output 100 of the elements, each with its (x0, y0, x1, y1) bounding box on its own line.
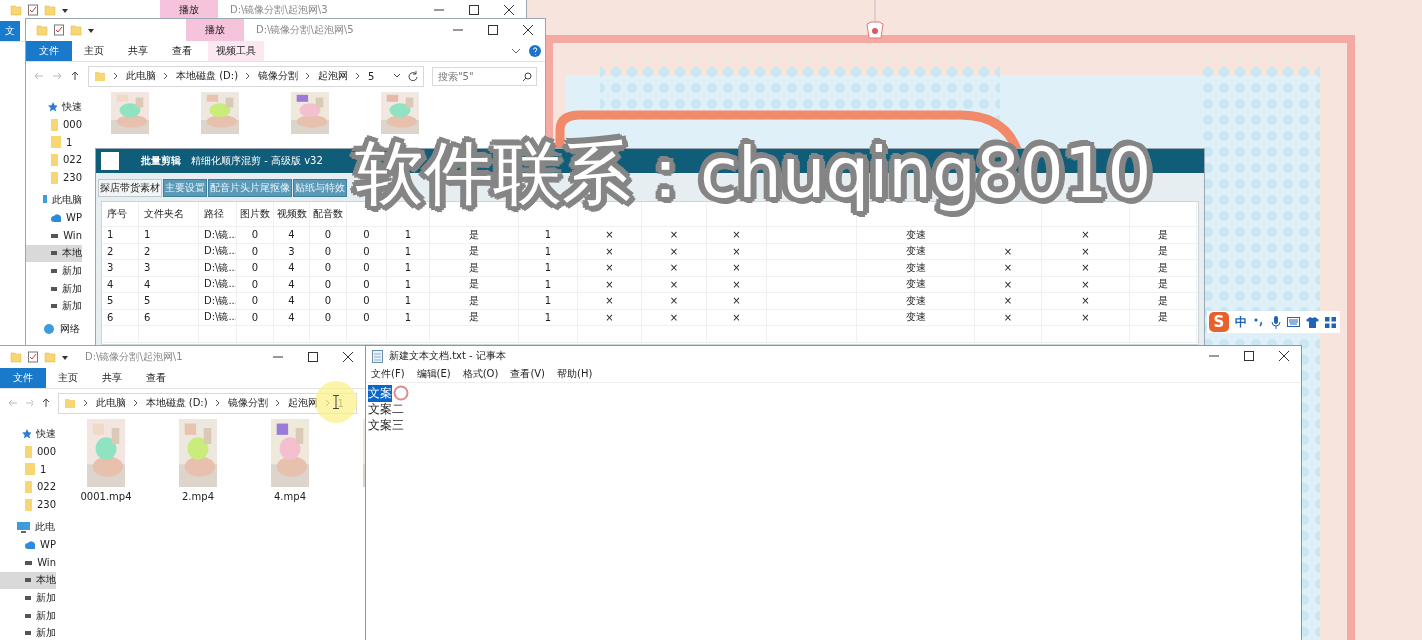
menu-item[interactable]: 编辑(E) (416, 367, 451, 381)
chevron-right-icon (214, 399, 221, 407)
close-icon[interactable] (523, 25, 533, 35)
nav-item[interactable]: WP (0, 536, 56, 554)
nav-item[interactable]: 本地 (26, 244, 82, 263)
column-header[interactable]: 配音数 (313, 207, 343, 221)
nav-item[interactable]: 新加 (0, 589, 56, 607)
table-cell: 是 (1158, 277, 1168, 292)
breadcrumb[interactable]: 本地磁盘 (D:) (176, 69, 239, 83)
checklist-icon[interactable] (27, 4, 39, 16)
file-name[interactable]: 0001.mp4 (80, 491, 132, 502)
column-header[interactable]: 文件夹名 (144, 207, 184, 221)
nav-item[interactable]: 网络 (26, 320, 82, 338)
nav-item[interactable]: 230 (0, 495, 56, 514)
column-header[interactable]: 路径 (204, 207, 224, 221)
nav-item[interactable]: 新加 (0, 624, 56, 640)
nav-item[interactable]: 新加 (26, 297, 82, 316)
file-name[interactable]: 4.mp4 (274, 491, 306, 502)
breadcrumb[interactable]: 起泡网 (318, 69, 349, 83)
shirt-icon[interactable] (1306, 316, 1319, 328)
up-icon[interactable] (70, 71, 80, 81)
table-cell: 4 (288, 295, 295, 307)
nav-item[interactable]: 022 (0, 478, 56, 496)
help-icon[interactable] (529, 45, 541, 57)
ribbon-tab[interactable]: 文件 (0, 368, 46, 388)
breadcrumb[interactable]: 此电脑 (126, 69, 156, 83)
nav-item[interactable]: 此电脑 (26, 191, 82, 210)
breadcrumb[interactable]: 镜像分割 (258, 69, 299, 83)
menu-item[interactable]: 帮助(H) (557, 367, 593, 381)
nav-item[interactable]: 新加 (26, 262, 82, 280)
text-line: 文案三 (368, 416, 404, 434)
nav-item[interactable]: Win (26, 226, 82, 245)
file-name[interactable]: 2.mp4 (182, 491, 214, 502)
table-cell: × (1081, 245, 1090, 257)
breadcrumb[interactable]: 5 (368, 70, 375, 82)
table-cell: 3 (107, 262, 114, 274)
nav-item[interactable]: 快速 (26, 98, 82, 116)
nav-item[interactable]: 新加 (26, 279, 82, 298)
column-header[interactable]: 序号 (107, 207, 127, 221)
breadcrumb[interactable]: 起泡网 (287, 396, 318, 410)
chevron-right-icon (305, 72, 312, 80)
maximize-icon[interactable] (308, 352, 318, 362)
breadcrumb[interactable]: 镜像分割 (227, 396, 268, 410)
ribbon-tab[interactable]: 共享 (90, 368, 134, 388)
checklist-icon[interactable] (53, 24, 65, 36)
maximize-icon[interactable] (1244, 351, 1254, 361)
nav-item[interactable]: 快速 (0, 425, 56, 443)
close-icon[interactable] (504, 5, 514, 15)
tab[interactable]: 探店带货素材 (98, 179, 162, 197)
table-cell: D:\镜... (204, 244, 236, 259)
context-tab[interactable]: 播放 (186, 19, 244, 41)
menu-item[interactable]: 查看(V) (510, 367, 546, 381)
close-icon[interactable] (343, 352, 353, 362)
keyboard-icon[interactable] (1287, 317, 1300, 327)
ribbon-tab[interactable]: 主页 (72, 41, 116, 61)
address-bar[interactable]: 此电脑 本地磁盘 (D:) 镜像分割 起泡网 5 (88, 65, 424, 87)
monitor-icon (17, 521, 30, 533)
folder-icon (25, 445, 32, 458)
nav-item[interactable]: 230 (26, 168, 82, 187)
nav-item[interactable]: 此电 (0, 518, 56, 537)
nav-item[interactable]: 000 (26, 115, 82, 134)
checklist-icon[interactable] (27, 351, 39, 363)
input-mode-toggle[interactable]: 中 (1235, 313, 1247, 331)
close-icon[interactable] (1279, 351, 1289, 361)
table-cell: 变速 (905, 227, 926, 242)
nav-item[interactable]: Win (0, 553, 56, 572)
nav-item[interactable]: WP (26, 209, 82, 227)
chevron-icon[interactable] (511, 47, 521, 55)
menu-item[interactable]: 文件(F) (371, 367, 405, 381)
chevron-right-icon (132, 399, 139, 407)
punctuation-icon[interactable] (1253, 317, 1265, 327)
table-cell: 是 (469, 310, 479, 325)
up-icon[interactable] (41, 398, 50, 408)
nav-item[interactable]: 1 (0, 460, 56, 479)
ribbon-tab[interactable]: 查看 (160, 41, 204, 61)
ribbon-tab[interactable]: 文件 (26, 41, 72, 61)
nav-item[interactable]: 新加 (0, 606, 56, 625)
ribbon-tab[interactable]: 视频工具 (208, 41, 264, 61)
table-cell: 5 (107, 295, 114, 307)
refresh-icon[interactable] (408, 71, 418, 81)
search-field[interactable]: 搜索"5" (432, 66, 537, 86)
nav-item[interactable]: 022 (26, 151, 82, 169)
chevron-down-icon[interactable] (393, 72, 401, 80)
app-logo-icon (101, 152, 119, 170)
nav-item[interactable]: 本地 (0, 571, 56, 590)
window-title: D:\镜像分割\起泡网\3 (230, 3, 329, 17)
ribbon-tab[interactable]: 主页 (46, 368, 90, 388)
ribbon-tab[interactable]: 共享 (116, 41, 160, 61)
breadcrumb[interactable]: 此电脑 (95, 396, 126, 410)
folder-icon (51, 171, 58, 184)
nav-item[interactable]: 000 (0, 442, 56, 461)
grid-icon[interactable] (1325, 316, 1336, 328)
ribbon-tab[interactable]: 查看 (134, 368, 178, 388)
menu-item[interactable]: 格式(O) (462, 367, 499, 381)
microphone-icon[interactable] (1271, 315, 1281, 329)
nav-item[interactable]: 1 (26, 133, 82, 152)
breadcrumb[interactable]: 本地磁盘 (D:) (145, 396, 208, 410)
ribbon-tab[interactable]: 文 (0, 21, 20, 41)
column-header[interactable]: 视频数 (276, 207, 307, 221)
column-header[interactable]: 图片数 (240, 207, 270, 221)
